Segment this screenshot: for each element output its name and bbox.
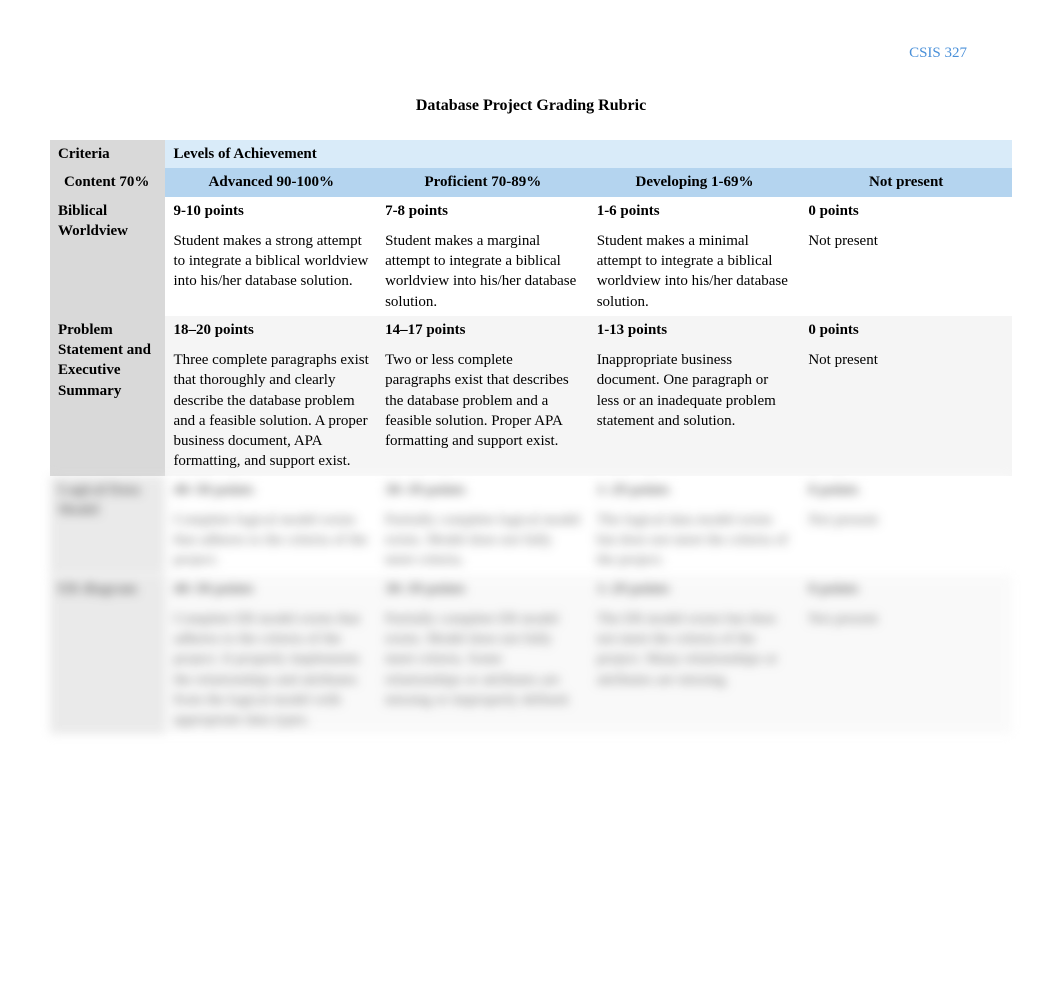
cell-desc: The logical data model exists but does n… — [597, 510, 793, 571]
cell-not-present: 0 points Not present — [800, 575, 1012, 735]
points-label: 9-10 points — [173, 201, 369, 221]
cell-desc: Inappropriate business document. One par… — [597, 350, 793, 431]
cell-desc: Student makes a strong attempt to integr… — [173, 231, 369, 292]
cell-developing: 1–29 points The logical data model exist… — [589, 476, 801, 575]
criteria-cell: Biblical Worldview — [50, 197, 165, 316]
cell-advanced: 18–20 points Three complete paragraphs e… — [165, 316, 377, 476]
header-levels: Levels of Achievement — [165, 140, 1012, 168]
points-label: 0 points — [808, 201, 1004, 221]
col-not-present: Not present — [800, 168, 1012, 196]
points-label: 0 points — [808, 480, 1004, 500]
criteria-cell: Problem Statement and Executive Summary — [50, 316, 165, 476]
course-code: CSIS 327 — [50, 45, 1012, 62]
table-row: Biblical Worldview 9-10 points Student m… — [50, 197, 1012, 316]
cell-not-present: 0 points Not present — [800, 316, 1012, 476]
cell-desc: Not present — [808, 609, 1004, 629]
content-label: Content 70% — [50, 168, 165, 196]
cell-desc: Two or less complete paragraphs exist th… — [385, 350, 581, 451]
points-label: 1–29 points — [597, 480, 793, 500]
header-row-2: Content 70% Advanced 90-100% Proficient … — [50, 168, 1012, 196]
cell-desc: Not present — [808, 231, 1004, 251]
points-label: 1–29 points — [597, 579, 793, 599]
cell-developing: 1–29 points The ER model exists but does… — [589, 575, 801, 735]
points-label: 0 points — [808, 320, 1004, 340]
col-developing: Developing 1-69% — [589, 168, 801, 196]
table-row: ER diagram 40–50 points Complete ER mode… — [50, 575, 1012, 735]
points-label: 1-6 points — [597, 201, 793, 221]
cell-desc: The ER model exists but does not meet th… — [597, 609, 793, 690]
cell-desc: Three complete paragraphs exist that tho… — [173, 350, 369, 472]
rubric-table: Criteria Levels of Achievement Content 7… — [50, 140, 1012, 734]
cell-developing: 1-13 points Inappropriate business docum… — [589, 316, 801, 476]
cell-advanced: 9-10 points Student makes a strong attem… — [165, 197, 377, 316]
cell-desc: Partially complete ER model exists. Mode… — [385, 609, 581, 710]
cell-not-present: 0 points Not present — [800, 197, 1012, 316]
points-label: 0 points — [808, 579, 1004, 599]
points-label: 40–50 points — [173, 480, 369, 500]
cell-proficient: 30–39 points Partially complete ER model… — [377, 575, 589, 735]
cell-advanced: 40–50 points Complete ER model exists th… — [165, 575, 377, 735]
header-row-1: Criteria Levels of Achievement — [50, 140, 1012, 168]
cell-not-present: 0 points Not present — [800, 476, 1012, 575]
cell-desc: Partially complete logical model exists.… — [385, 510, 581, 571]
cell-advanced: 40–50 points Complete logical model exis… — [165, 476, 377, 575]
header-criteria: Criteria — [50, 140, 165, 168]
points-label: 18–20 points — [173, 320, 369, 340]
points-label: 30–39 points — [385, 579, 581, 599]
page-title: Database Project Grading Rubric — [50, 97, 1012, 115]
cell-proficient: 30–39 points Partially complete logical … — [377, 476, 589, 575]
col-proficient: Proficient 70-89% — [377, 168, 589, 196]
points-label: 7-8 points — [385, 201, 581, 221]
cell-desc: Not present — [808, 510, 1004, 530]
cell-proficient: 7-8 points Student makes a marginal atte… — [377, 197, 589, 316]
table-row: Problem Statement and Executive Summary … — [50, 316, 1012, 476]
cell-developing: 1-6 points Student makes a minimal attem… — [589, 197, 801, 316]
points-label: 14–17 points — [385, 320, 581, 340]
points-label: 40–50 points — [173, 579, 369, 599]
cell-desc: Student makes a marginal attempt to inte… — [385, 231, 581, 312]
cell-desc: Complete ER model exists that adheres to… — [173, 609, 369, 731]
cell-desc: Complete logical model exists that adher… — [173, 510, 369, 571]
criteria-cell: ER diagram — [50, 575, 165, 735]
cell-desc: Student makes a minimal attempt to integ… — [597, 231, 793, 312]
cell-desc: Not present — [808, 350, 1004, 370]
cell-proficient: 14–17 points Two or less complete paragr… — [377, 316, 589, 476]
points-label: 1-13 points — [597, 320, 793, 340]
col-advanced: Advanced 90-100% — [165, 168, 377, 196]
criteria-cell: Logical Data Model — [50, 476, 165, 575]
points-label: 30–39 points — [385, 480, 581, 500]
table-row: Logical Data Model 40–50 points Complete… — [50, 476, 1012, 575]
